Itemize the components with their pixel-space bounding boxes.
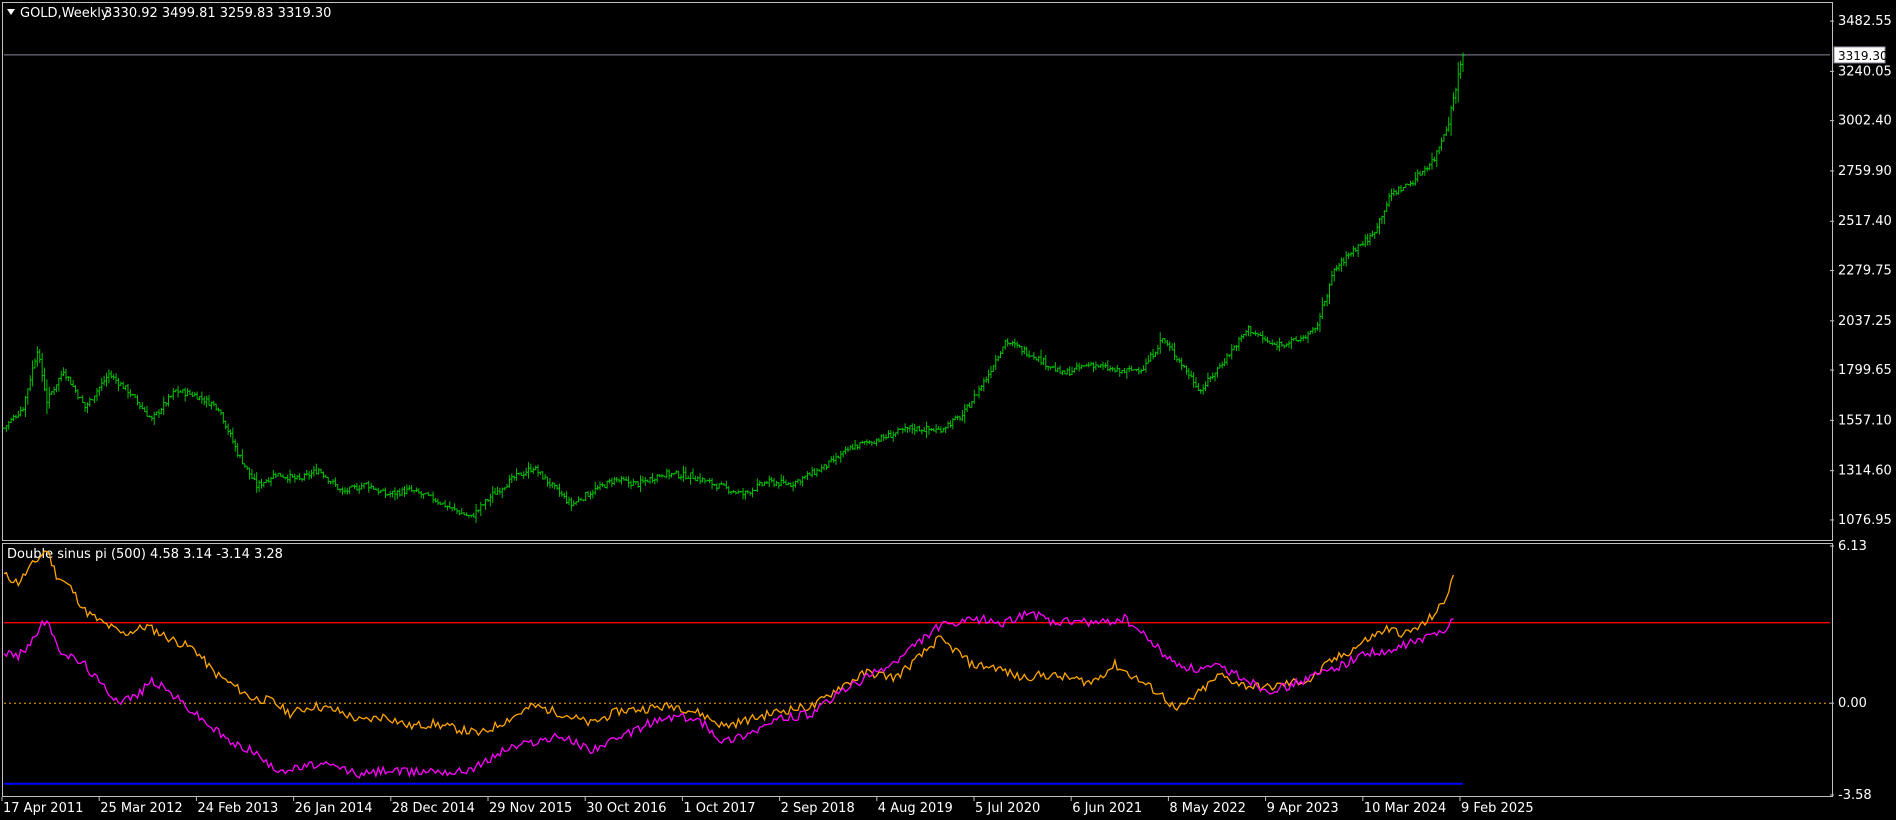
x-tick-label: 4 Aug 2019 bbox=[878, 801, 953, 816]
chart-background bbox=[0, 0, 1896, 820]
chart-window[interactable]: GOLD,Weekly 3330.92 3499.81 3259.83 3319… bbox=[0, 0, 1896, 820]
y-tick-label: 2037.25 bbox=[1838, 314, 1892, 329]
x-tick-label: 9 Feb 2025 bbox=[1461, 801, 1534, 816]
y-tick-label: 2759.90 bbox=[1838, 164, 1892, 179]
x-tick-label: 9 Apr 2023 bbox=[1267, 801, 1339, 816]
y-tick-label: 1076.95 bbox=[1838, 513, 1892, 528]
y-tick-label: 1557.10 bbox=[1838, 413, 1892, 428]
y-tick-label: 3240.05 bbox=[1838, 64, 1892, 79]
x-tick-label: 8 May 2022 bbox=[1169, 801, 1246, 816]
indicator-header: Double sinus pi (500) 4.58 3.14 -3.14 3.… bbox=[7, 547, 283, 562]
x-tick-label: 5 Jul 2020 bbox=[975, 801, 1040, 816]
x-tick-label: 17 Apr 2011 bbox=[3, 801, 83, 816]
x-tick-label: 29 Nov 2015 bbox=[489, 801, 572, 816]
x-tick-label: 6 Jun 2021 bbox=[1072, 801, 1142, 816]
x-tick-label: 30 Oct 2016 bbox=[586, 801, 666, 816]
y-tick-label: 2279.75 bbox=[1838, 264, 1892, 279]
y-tick-label: 3002.40 bbox=[1838, 114, 1892, 129]
y-tick-label: 1799.65 bbox=[1838, 363, 1892, 378]
ohlc-values: 3330.92 3499.81 3259.83 3319.30 bbox=[104, 6, 331, 21]
indicator-y-tick-label: -3.58 bbox=[1838, 788, 1872, 803]
symbol-label: GOLD,Weekly bbox=[20, 6, 109, 21]
x-tick-label: 1 Oct 2017 bbox=[683, 801, 755, 816]
y-tick-label: 2517.40 bbox=[1838, 214, 1892, 229]
current-price-label: 3319.30 bbox=[1838, 49, 1888, 63]
indicator-y-tick-label: 6.13 bbox=[1838, 539, 1867, 554]
x-tick-label: 26 Jan 2014 bbox=[295, 801, 373, 816]
indicator-y-tick-label: 0.00 bbox=[1838, 696, 1867, 711]
x-tick-label: 10 Mar 2024 bbox=[1364, 801, 1446, 816]
x-tick-label: 2 Sep 2018 bbox=[781, 801, 855, 816]
y-tick-label: 3482.55 bbox=[1838, 14, 1892, 29]
x-tick-label: 25 Mar 2012 bbox=[100, 801, 182, 816]
x-tick-label: 24 Feb 2013 bbox=[197, 801, 278, 816]
x-tick-label: 28 Dec 2014 bbox=[392, 801, 475, 816]
y-tick-label: 1314.60 bbox=[1838, 464, 1892, 479]
